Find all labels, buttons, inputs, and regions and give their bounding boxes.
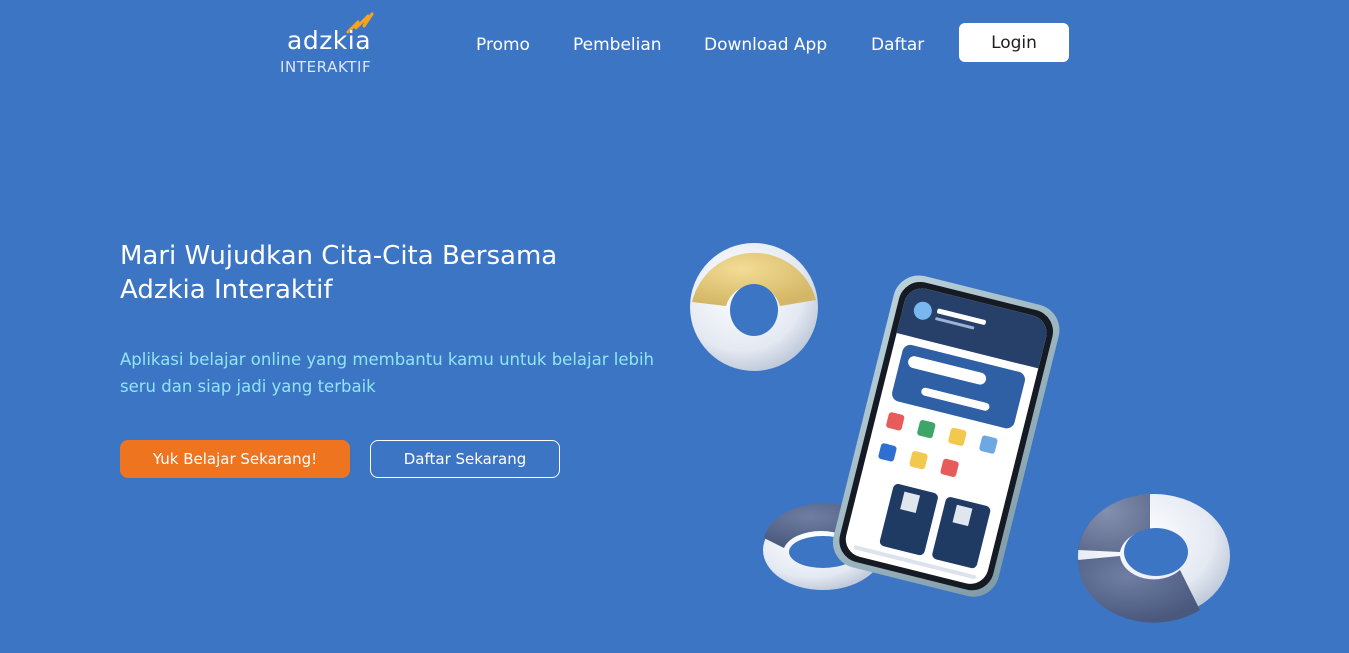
nav-link-pembelian[interactable]: Pembelian	[573, 35, 662, 55]
nav-link-daftar[interactable]: Daftar	[871, 35, 924, 55]
logo-wordmark: adzkia	[287, 26, 372, 55]
hero-illustration	[690, 243, 1230, 623]
hero-title-line-1: Mari Wujudkan Cita-Cita Bersama	[120, 241, 558, 271]
nav-link-promo[interactable]: Promo	[476, 35, 530, 55]
start-learning-button[interactable]: Yuk Belajar Sekarang!	[120, 440, 350, 478]
hero-subtitle: Aplikasi belajar online yang membantu ka…	[120, 346, 680, 400]
register-now-button[interactable]: Daftar Sekarang	[370, 440, 560, 478]
brand-logo[interactable]: adzkia INTERAKTIF	[280, 12, 386, 78]
hero-title-line-2: Adzkia Interaktif	[120, 275, 333, 305]
donut-decoration-right	[1077, 494, 1230, 623]
logo-subtitle: INTERAKTIF	[280, 58, 372, 76]
nav-link-download-app[interactable]: Download App	[704, 35, 827, 55]
donut-decoration-top	[690, 243, 818, 371]
hero-subtitle-line-2: seru dan siap jadi yang terbaik	[120, 377, 376, 396]
login-button[interactable]: Login	[959, 23, 1069, 62]
phone-mockup	[832, 275, 1060, 597]
hero-subtitle-line-1: Aplikasi belajar online yang membantu ka…	[120, 350, 655, 369]
hero-title: Mari Wujudkan Cita-Cita Bersama Adzkia I…	[120, 239, 640, 307]
